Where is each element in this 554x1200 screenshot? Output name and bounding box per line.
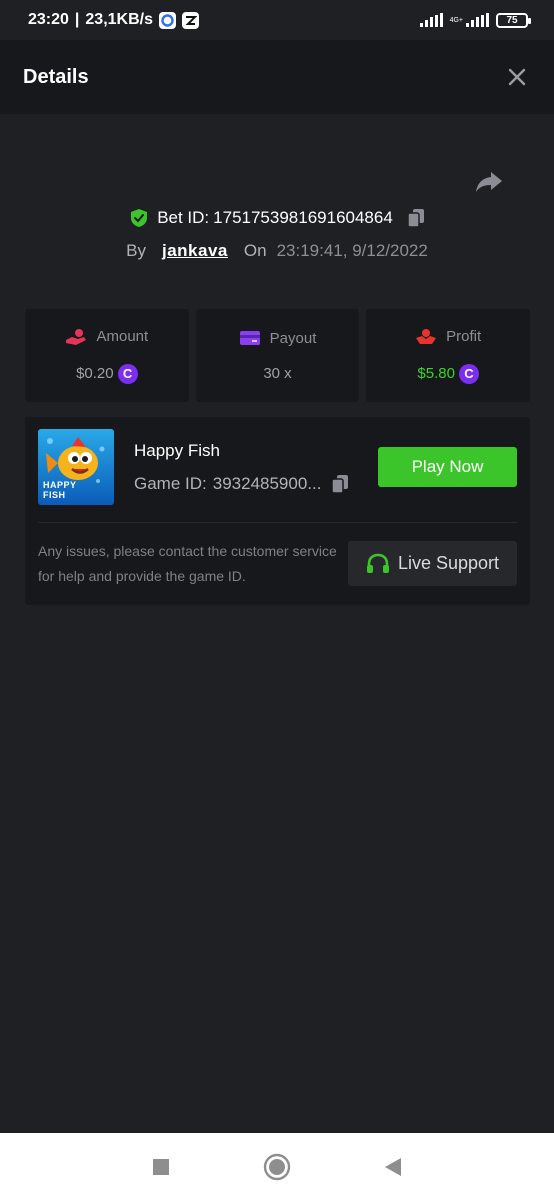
thumbnail-title-1: HAPPY xyxy=(43,480,77,490)
game-id-row: Game ID: 3932485900... xyxy=(134,474,349,494)
share-icon xyxy=(476,172,502,192)
status-bar: 23:20 | 23,1KB/s 4G+ 75 xyxy=(0,0,554,40)
home-circle-icon xyxy=(263,1153,291,1180)
details-header: Details xyxy=(0,40,554,114)
amount-stat: Amount $0.20 C xyxy=(25,309,189,402)
on-label: On xyxy=(243,241,267,260)
page-title: Details xyxy=(23,65,89,88)
profit-stat: Profit $5.80 C xyxy=(366,309,531,402)
issues-text: Any issues, please contact the customer … xyxy=(38,543,337,584)
username-link[interactable]: jankava xyxy=(162,241,228,261)
share-button[interactable] xyxy=(474,166,504,196)
payout-stat: Payout 30 x xyxy=(195,309,360,402)
square-icon xyxy=(153,1158,169,1175)
status-left: 23:20 | 23,1KB/s xyxy=(28,11,199,29)
status-speed: 23,1KB/s xyxy=(85,11,153,28)
hand-coin-icon xyxy=(66,328,87,345)
home-button[interactable] xyxy=(263,1153,291,1181)
amount-label: Amount xyxy=(96,328,149,345)
headset-icon xyxy=(366,553,389,573)
bet-datetime: 23:19:41, 9/12/2022 xyxy=(276,241,428,260)
game-id-label: Game ID: xyxy=(134,474,207,493)
cell-signal-icon xyxy=(466,13,489,27)
status-right: 4G+ 75 xyxy=(419,12,531,28)
card-icon xyxy=(239,331,260,345)
close-button[interactable] xyxy=(504,64,530,90)
live-support-label: Live Support xyxy=(397,553,500,573)
profit-value: $5.80 xyxy=(417,365,455,382)
game-name: Happy Fish xyxy=(134,441,220,460)
stats-row: Amount $0.20 C Payout 30 x Profit $5.80 … xyxy=(25,309,531,402)
copy-bet-id-button[interactable] xyxy=(407,208,425,228)
bet-meta-row: By jankava On 23:19:41, 9/12/2022 xyxy=(0,237,554,265)
close-icon xyxy=(508,68,526,86)
by-label: By xyxy=(126,241,146,260)
copy-icon xyxy=(407,209,424,228)
game-card: HAPPY FISH Happy Fish Game ID: 393248590… xyxy=(25,417,530,605)
profit-label: Profit xyxy=(446,328,482,345)
bet-id-value: 1751753981691604864 xyxy=(213,208,393,227)
back-triangle-icon xyxy=(385,1157,401,1176)
coin-icon: C xyxy=(117,363,138,384)
bet-id-row: Bet ID: 1751753981691604864 xyxy=(0,204,554,232)
hand-heart-icon xyxy=(416,328,437,344)
recent-apps-button[interactable] xyxy=(152,1158,170,1176)
network-type: 4G+ xyxy=(449,16,463,24)
payout-label: Payout xyxy=(269,329,317,347)
thumbnail-title-2: FISH xyxy=(43,490,66,500)
coin-icon: C xyxy=(458,363,479,384)
capcut-app-icon xyxy=(182,11,199,29)
play-now-button[interactable]: Play Now xyxy=(378,447,517,487)
amount-value: $0.20 xyxy=(76,365,114,382)
back-button[interactable] xyxy=(384,1157,402,1177)
wifi-signal-icon xyxy=(419,13,443,27)
payout-value: 30 x xyxy=(263,365,292,382)
browser-app-icon xyxy=(159,11,176,29)
copy-icon xyxy=(331,475,349,494)
game-id-value: 3932485900... xyxy=(212,474,322,493)
live-support-button[interactable]: Live Support xyxy=(348,541,517,586)
divider xyxy=(38,522,517,523)
copy-game-id-button[interactable] xyxy=(331,474,349,494)
shield-check-icon xyxy=(131,209,148,227)
game-thumbnail[interactable]: HAPPY FISH xyxy=(38,429,114,505)
battery-level: 75 xyxy=(506,14,518,26)
battery-icon: 75 xyxy=(496,12,531,28)
details-content: Bet ID: 1751753981691604864 By jankava O… xyxy=(0,114,554,1133)
system-nav-bar xyxy=(0,1133,554,1200)
bet-id-label: Bet ID: xyxy=(157,208,210,227)
status-time: 23:20 xyxy=(28,11,69,28)
